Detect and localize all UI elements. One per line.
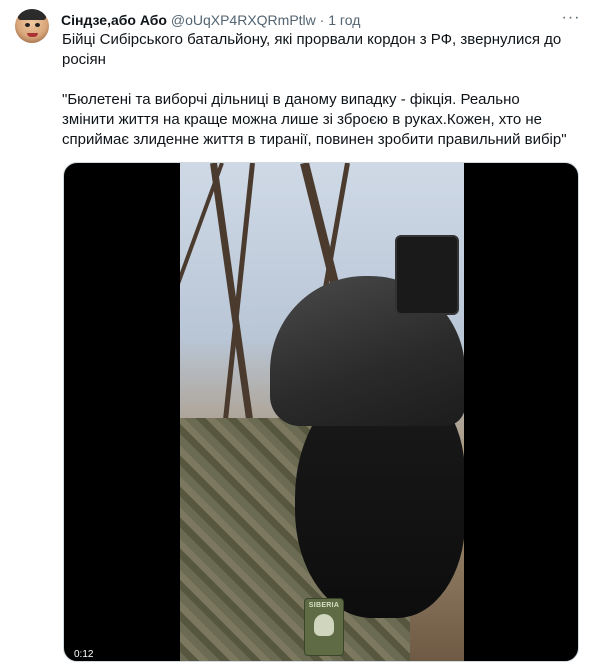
- video-player[interactable]: SIBERIA 0:12: [63, 162, 579, 662]
- tweet[interactable]: Сіндзе,або Або @oUqXP4RXQRmPtlw · 1 год …: [0, 0, 590, 662]
- tweet-header: Сіндзе,або Або @oUqXP4RXQRmPtlw · 1 год: [61, 10, 360, 30]
- tweet-quote-line: "Бюлетені та виборчі дільниці в даному в…: [62, 91, 520, 108]
- tweet-quote-line: змінити життя на краще можна лише зі збр…: [62, 111, 542, 128]
- tweet-text: Бійці Сибірського батальйону, які прорва…: [62, 30, 582, 150]
- video-frame: SIBERIA: [180, 163, 464, 661]
- more-dots-icon[interactable]: ···: [560, 9, 582, 27]
- tweet-time[interactable]: 1 год: [328, 12, 360, 28]
- tweet-text-line: росіян: [62, 51, 106, 68]
- author-handle[interactable]: @oUqXP4RXQRmPtlw: [171, 12, 316, 28]
- tweet-quote-line: сприймає злиденне життя в тиранії, повин…: [62, 131, 567, 148]
- header-separator: ·: [319, 12, 325, 28]
- tweet-text-line: Бійці Сибірського батальйону, які прорва…: [62, 31, 562, 48]
- author-avatar[interactable]: [15, 9, 49, 43]
- action-camera: [395, 235, 459, 315]
- video-duration: 0:12: [74, 649, 94, 660]
- siberia-patch: SIBERIA: [304, 598, 344, 656]
- author-name[interactable]: Сіндзе,або Або: [61, 12, 167, 28]
- skull-icon: [314, 614, 334, 636]
- patch-label: SIBERIA: [308, 602, 340, 609]
